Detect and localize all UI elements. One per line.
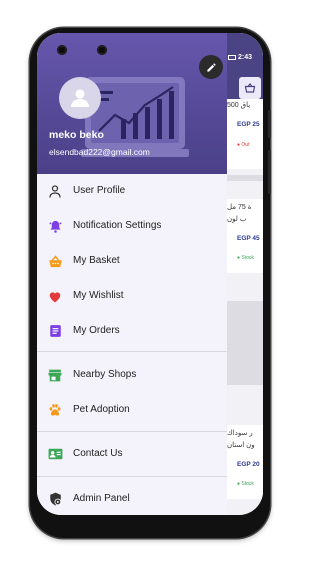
phone-volume-button (268, 150, 271, 194)
drawer-header: meko beko elsendbad222@gmail.com (37, 33, 227, 174)
basket-icon (47, 253, 63, 269)
contact-card-icon (47, 446, 63, 462)
product-card[interactable]: باق 500 EGP 25 ● Out (225, 99, 263, 169)
divider (37, 431, 227, 432)
avatar[interactable] (59, 77, 101, 119)
user-name: meko beko (49, 129, 104, 141)
product-price: EGP 20 (237, 461, 260, 468)
stock-status: ● Stock (237, 481, 254, 487)
front-camera (57, 45, 67, 55)
basket-icon (244, 83, 256, 93)
person-icon (47, 183, 63, 199)
menu-item-pet-adoption[interactable]: Pet Adoption (37, 395, 227, 425)
user-email: elsendbad222@gmail.com (49, 147, 150, 157)
paw-icon (47, 402, 63, 418)
navigation-drawer: meko beko elsendbad222@gmail.com User Pr… (37, 33, 227, 515)
heart-icon (47, 288, 63, 304)
product-card[interactable]: ة 75 مل ب لون EGP 45 ● Stock (225, 199, 263, 273)
screen: 2:43 باق 500 EGP 25 ● Out ة 75 مل ب لون … (37, 33, 263, 515)
menu-item-nearby-shops[interactable]: Nearby Shops (37, 360, 227, 390)
phone-side-button (268, 110, 271, 138)
menu-item-user-profile[interactable]: User Profile (37, 176, 227, 206)
product-image-placeholder (225, 301, 263, 385)
menu-item-label: My Orders (73, 325, 120, 336)
menu-item-notification-settings[interactable]: Notification Settings (37, 211, 227, 241)
divider (37, 476, 227, 477)
menu-item-admin-panel[interactable]: Admin Panel (37, 484, 227, 514)
product-title: ة 75 مل (227, 204, 252, 211)
stock-status: ● Out (237, 142, 250, 148)
product-subtitle: ب لون (227, 216, 247, 223)
basket-button[interactable] (239, 77, 261, 99)
menu-item-label: User Profile (73, 185, 126, 196)
product-price: EGP 25 (237, 121, 260, 128)
bell-icon (47, 218, 63, 234)
status-time: 2:43 (238, 54, 253, 61)
person-avatar-icon (71, 89, 89, 107)
menu-item-my-wishlist[interactable]: My Wishlist (37, 281, 227, 311)
menu-item-label: Admin Panel (73, 493, 130, 504)
background-app: 2:43 باق 500 EGP 25 ● Out ة 75 مل ب لون … (225, 33, 263, 515)
pencil-icon (206, 62, 216, 72)
product-title: ر سوداك (227, 430, 253, 437)
stock-status: ● Stock (237, 255, 254, 261)
card-gap (225, 175, 263, 181)
divider (37, 351, 227, 352)
admin-shield-icon (47, 491, 63, 507)
menu-item-label: My Wishlist (73, 290, 124, 301)
menu-item-contact-us[interactable]: Contact Us (37, 439, 227, 469)
product-title: باق 500 (227, 102, 251, 109)
menu-item-my-basket[interactable]: My Basket (37, 246, 227, 276)
edit-profile-button[interactable] (199, 55, 223, 79)
menu-item-label: Notification Settings (73, 220, 162, 231)
orders-icon (47, 323, 63, 339)
battery-icon (228, 54, 236, 60)
product-price: EGP 45 (237, 235, 260, 242)
menu-item-label: Contact Us (73, 448, 123, 459)
menu-item-my-orders[interactable]: My Orders (37, 316, 227, 346)
product-card[interactable]: ر سوداك ون استان EGP 20 ● Stock (225, 425, 263, 499)
menu-item-label: My Basket (73, 255, 120, 266)
store-icon (47, 367, 63, 383)
laptop-chart-illustration (81, 77, 189, 157)
product-subtitle: ون استان (227, 442, 255, 449)
status-bar: 2:43 (225, 51, 263, 65)
menu-item-label: Pet Adoption (73, 404, 130, 415)
menu-item-label: Nearby Shops (73, 369, 137, 380)
front-camera (97, 45, 107, 55)
